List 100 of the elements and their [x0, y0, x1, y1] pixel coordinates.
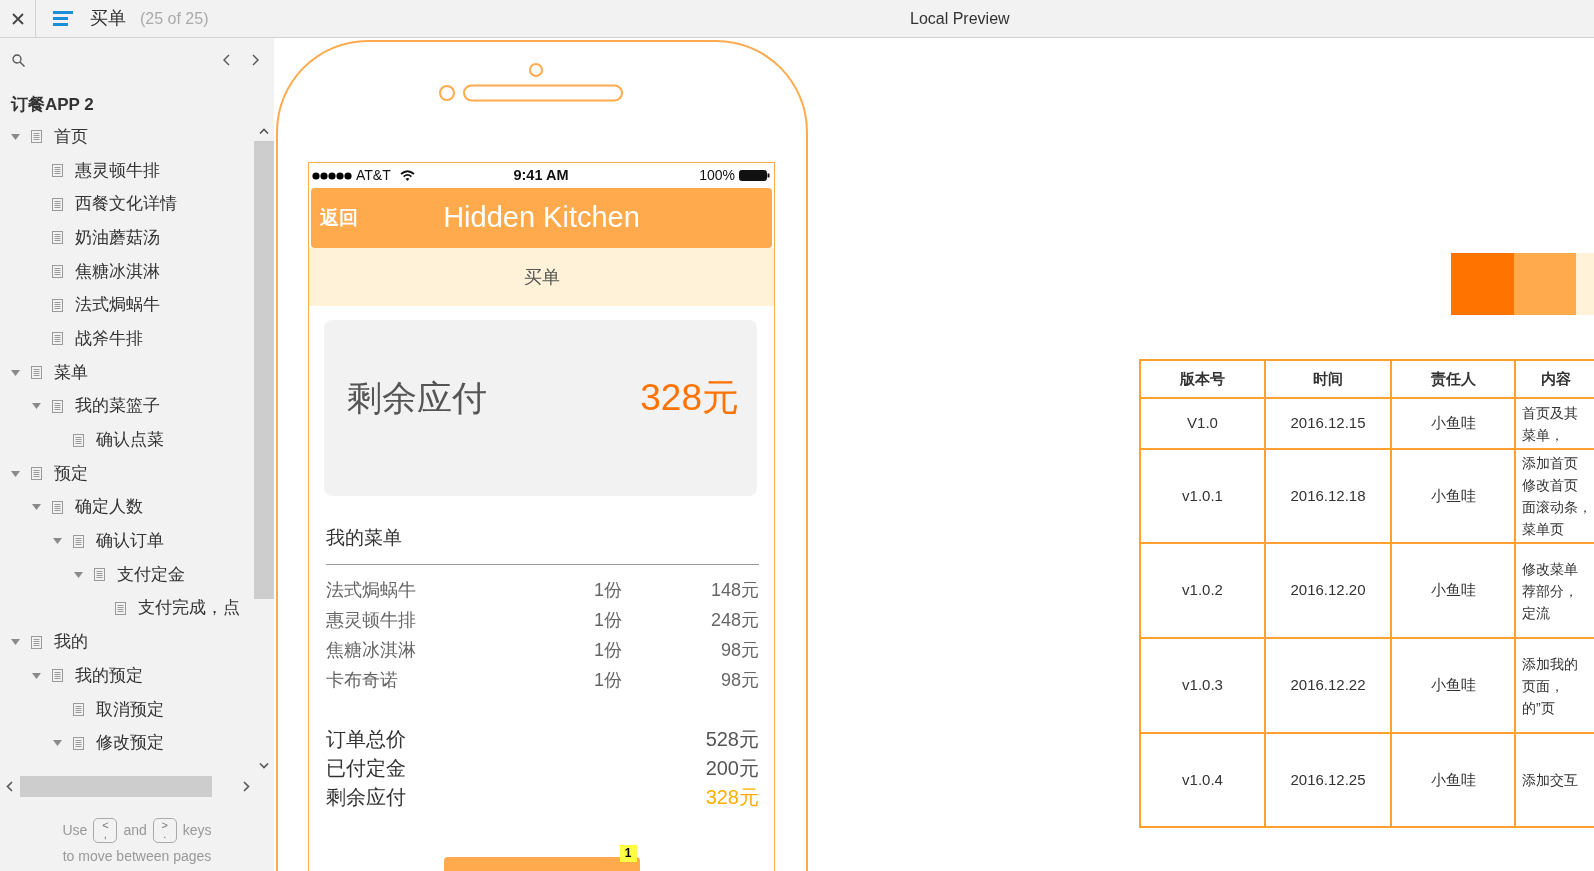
dish-price: 248元 — [709, 608, 759, 632]
total-label: 剩余应付 — [326, 784, 406, 810]
caret-down-icon[interactable] — [10, 470, 20, 477]
menu-icon[interactable] — [53, 11, 73, 26]
tree-item[interactable]: 预定 — [54, 462, 88, 485]
table-cell: 2016.12.15 — [1265, 398, 1391, 449]
tree-item[interactable]: 首页 — [54, 125, 88, 148]
caret-down-icon[interactable] — [52, 740, 62, 747]
pay-button[interactable] — [443, 857, 640, 871]
clock-text: 9:41 AM — [513, 165, 569, 185]
total-value: 528元 — [705, 726, 759, 752]
app-title: Hidden Kitchen — [443, 201, 640, 234]
table-cell: 2016.12.20 — [1265, 543, 1391, 638]
tree-item[interactable]: 支付完成，点 — [138, 597, 240, 620]
page-icon — [52, 399, 63, 413]
dish-price: 98元 — [719, 638, 759, 662]
tree-item[interactable]: 支付定金 — [117, 563, 185, 586]
key-cap: < , — [93, 817, 118, 843]
table-cell: 小鱼哇 — [1391, 449, 1515, 543]
table-cell: 2016.12.25 — [1265, 733, 1391, 827]
total-value: 328元 — [705, 784, 759, 810]
close-icon — [11, 12, 24, 25]
chevron-right-icon[interactable] — [252, 54, 259, 66]
tree-item[interactable]: 取消预定 — [96, 698, 164, 721]
caret-down-icon[interactable] — [31, 504, 41, 511]
section-heading: 我的菜单 — [326, 526, 403, 550]
page-icon — [31, 635, 42, 649]
page-icon — [52, 500, 63, 514]
page-icon — [52, 298, 63, 312]
tree-item[interactable]: 法式焗蜗牛 — [75, 294, 160, 317]
page-icon — [52, 332, 63, 346]
tree-item[interactable]: 确定人数 — [75, 496, 143, 519]
column-header: 责任人 — [1391, 360, 1515, 398]
tree-item[interactable]: 奶油蘑菇汤 — [75, 226, 160, 249]
table-cell: V1.0 — [1140, 398, 1265, 449]
table-cell: 2016.12.22 — [1265, 638, 1391, 733]
column-header: 版本号 — [1140, 360, 1265, 398]
table-cell: v1.0.1 — [1140, 449, 1265, 543]
page-icon — [94, 568, 105, 582]
page-icon — [31, 366, 42, 380]
caret-down-icon[interactable] — [10, 369, 20, 376]
caret-down-icon[interactable] — [10, 133, 20, 140]
tree-item[interactable]: 我的预定 — [75, 664, 143, 687]
battery-icon — [739, 170, 770, 181]
tree-item[interactable]: 焦糖冰淇淋 — [75, 260, 160, 283]
hint-text: to move between pages — [61, 847, 213, 866]
page-icon — [115, 601, 126, 615]
caret-down-icon[interactable] — [73, 571, 83, 578]
page-icon — [73, 433, 84, 447]
tree-item[interactable]: 战斧牛排 — [75, 327, 143, 350]
dish-quantity: 1份 — [594, 638, 622, 662]
table-cell: 小鱼哇 — [1391, 733, 1515, 827]
tree-item[interactable]: 确认订单 — [96, 530, 164, 553]
caret-down-icon[interactable] — [52, 538, 62, 545]
signal-icon — [312, 171, 352, 180]
tree-item[interactable]: 修改预定 — [96, 732, 164, 755]
wifi-icon — [399, 170, 415, 181]
dish-name: 焦糖冰淇淋 — [326, 638, 417, 662]
dish-price: 148元 — [709, 578, 759, 602]
page-icon — [31, 467, 42, 481]
dish-name: 法式焗蜗牛 — [326, 578, 417, 602]
page-icon — [73, 703, 84, 717]
scrollbar-thumb[interactable] — [20, 776, 212, 797]
page-counter: (25 of 25) — [140, 8, 209, 29]
scroll-left-icon[interactable] — [6, 781, 13, 792]
page-icon — [52, 164, 63, 178]
tree-item[interactable]: 确认点菜 — [96, 429, 164, 452]
table-cell: 小鱼哇 — [1391, 543, 1515, 638]
caret-down-icon[interactable] — [10, 639, 20, 646]
preview-title: Local Preview — [910, 8, 1010, 29]
total-label: 订单总价 — [326, 726, 406, 752]
chevron-left-icon[interactable] — [223, 54, 230, 66]
battery-text: 100% — [699, 166, 735, 185]
tree-item[interactable]: 我的 — [54, 631, 88, 654]
page-icon — [52, 669, 63, 683]
page-icon — [52, 197, 63, 211]
dish-quantity: 1份 — [594, 668, 622, 692]
page-title: 买单 — [90, 7, 126, 30]
tree-item[interactable]: 西餐文化详情 — [75, 193, 177, 216]
scroll-down-icon[interactable] — [259, 763, 269, 769]
scroll-right-icon[interactable] — [243, 781, 250, 792]
tree-item[interactable]: 我的菜篮子 — [75, 395, 160, 418]
caret-down-icon[interactable] — [31, 403, 41, 410]
scroll-up-icon[interactable] — [259, 127, 269, 134]
tree-item[interactable]: 菜单 — [54, 361, 88, 384]
dish-name: 卡布奇诺 — [326, 668, 399, 692]
dish-quantity: 1份 — [594, 578, 622, 602]
hint-text: and — [123, 820, 147, 840]
tree-item[interactable]: 惠灵顿牛排 — [75, 159, 160, 182]
dish-price: 98元 — [719, 668, 759, 692]
table-cell: v1.0.2 — [1140, 543, 1265, 638]
scrollbar-thumb[interactable] — [254, 141, 274, 599]
page-icon — [52, 231, 63, 245]
table-cell: 2016.12.18 — [1265, 449, 1391, 543]
dish-name: 惠灵顿牛排 — [326, 608, 417, 632]
search-icon[interactable] — [12, 53, 25, 67]
hint-text: Use — [62, 820, 88, 840]
caret-down-icon[interactable] — [31, 672, 41, 679]
total-label: 已付定金 — [326, 755, 406, 781]
balance-label: 剩余应付 — [347, 376, 487, 419]
